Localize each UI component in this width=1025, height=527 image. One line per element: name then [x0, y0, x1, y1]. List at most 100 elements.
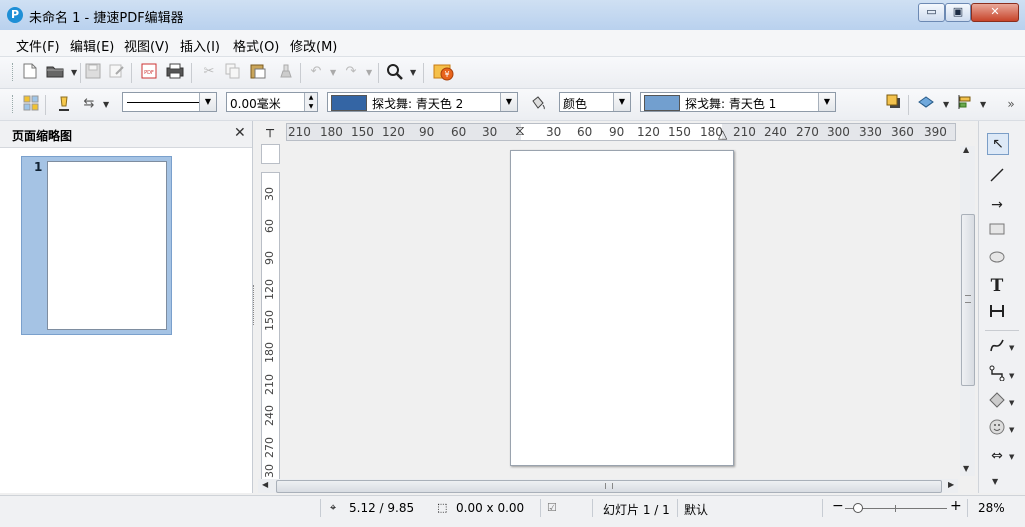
- open-dropdown-icon[interactable]: ▼: [71, 68, 77, 77]
- purchase-icon[interactable]: ¥: [433, 62, 455, 82]
- arrange-dropdown-icon[interactable]: ▼: [943, 100, 949, 109]
- draw-rectangle-icon[interactable]: [987, 221, 1007, 241]
- ruler-tick: 210: [288, 125, 311, 139]
- zoom-out-button[interactable]: −: [832, 498, 844, 514]
- toolbar-grip[interactable]: [12, 63, 16, 81]
- symbol-shapes-icon[interactable]: [987, 419, 1007, 439]
- menu-format[interactable]: 格式(O): [233, 36, 279, 55]
- area-style-dropdown-icon[interactable]: ▼: [613, 93, 630, 111]
- menu-edit[interactable]: 编辑(E): [70, 36, 114, 55]
- area-style-select[interactable]: 颜色 ▼: [559, 92, 631, 112]
- close-button[interactable]: ✕: [971, 3, 1019, 22]
- block-arrows-icon[interactable]: ⇔: [987, 446, 1007, 466]
- shadow-icon[interactable]: [885, 94, 903, 112]
- undo-icon[interactable]: ↶: [307, 63, 325, 81]
- draw-line-icon[interactable]: [987, 167, 1007, 187]
- draw-arrow-icon[interactable]: →: [987, 195, 1007, 215]
- maximize-button[interactable]: ▣: [945, 3, 971, 22]
- align-icon[interactable]: [956, 94, 974, 112]
- basic-shapes-dropdown-icon[interactable]: ▼: [1009, 399, 1014, 407]
- line-style-select[interactable]: ▼: [122, 92, 217, 112]
- menu-view[interactable]: 视图(V): [124, 36, 169, 55]
- position-and-size-icon[interactable]: [22, 95, 40, 113]
- menu-insert[interactable]: 插入(I): [180, 36, 220, 55]
- scroll-left-icon[interactable]: ◀: [262, 480, 268, 489]
- print-icon[interactable]: [166, 63, 184, 81]
- line-width-value[interactable]: 0.00毫米: [230, 95, 281, 112]
- redo-dropdown-icon[interactable]: ▼: [366, 68, 372, 77]
- scroll-down-icon[interactable]: ▼: [963, 464, 969, 473]
- horizontal-scrollbar[interactable]: ◀ ▶: [258, 479, 958, 493]
- panel-close-icon[interactable]: ✕: [234, 125, 246, 141]
- connector-dropdown-icon[interactable]: ▼: [1009, 372, 1014, 380]
- fill-color-select[interactable]: 探戈舞: 青天色 1 ▼: [640, 92, 836, 112]
- basic-shapes-icon[interactable]: [987, 392, 1007, 412]
- more-options-icon[interactable]: »: [1002, 95, 1020, 113]
- curve-dropdown-icon[interactable]: ▼: [1009, 344, 1014, 352]
- zoom-icon[interactable]: [386, 63, 404, 81]
- new-document-icon[interactable]: [21, 63, 39, 81]
- slide-counter: 幻灯片 1 / 1: [603, 503, 670, 517]
- horizontal-scroll-thumb[interactable]: [276, 480, 942, 493]
- vertical-scroll-thumb[interactable]: [961, 214, 975, 386]
- arrow-style-dropdown-icon[interactable]: ▼: [103, 100, 109, 109]
- arrange-icon[interactable]: [918, 94, 936, 112]
- cut-icon[interactable]: ✂: [200, 63, 218, 81]
- edit-file-icon[interactable]: [108, 63, 126, 81]
- text-tool-icon[interactable]: T: [987, 276, 1007, 296]
- zoom-level[interactable]: 28%: [978, 501, 1005, 515]
- line-width-spinner[interactable]: 0.00毫米 ▲ ▼: [226, 92, 318, 112]
- zoom-in-button[interactable]: +: [950, 498, 962, 514]
- spinner-arrows-icon[interactable]: ▲ ▼: [304, 93, 317, 111]
- slide-page[interactable]: [510, 150, 734, 466]
- redo-icon[interactable]: ↷: [342, 63, 360, 81]
- draw-ellipse-icon[interactable]: [987, 249, 1007, 269]
- vertical-scrollbar[interactable]: ▲ ▼: [960, 145, 975, 476]
- vertical-ruler[interactable]: 30 60 90 120 150 180 210 240 270 30: [261, 172, 280, 480]
- line-style-preview: [127, 102, 199, 103]
- curve-tool-icon[interactable]: [987, 337, 1007, 357]
- fill-color-label: 探戈舞: 青天色 1: [685, 97, 777, 111]
- toolbar-overflow-icon[interactable]: ▼: [992, 477, 998, 486]
- save-icon[interactable]: [84, 63, 102, 81]
- scroll-up-icon[interactable]: ▲: [963, 145, 969, 154]
- page-thumbnail[interactable]: 1: [21, 156, 172, 335]
- indent-marker-icon[interactable]: ⧖: [515, 123, 525, 139]
- zoom-slider-handle[interactable]: [853, 503, 863, 513]
- clone-format-icon[interactable]: [277, 63, 295, 81]
- line-style-dropdown-icon[interactable]: ▼: [199, 93, 216, 111]
- fill-color-swatch: [644, 95, 680, 111]
- open-folder-icon[interactable]: [46, 63, 64, 81]
- connector-tool-icon[interactable]: [987, 365, 1007, 385]
- line-color-select[interactable]: 探戈舞: 青天色 2 ▼: [327, 92, 518, 112]
- block-arrows-dropdown-icon[interactable]: ▼: [1009, 453, 1014, 461]
- export-pdf-icon[interactable]: PDF: [140, 63, 158, 81]
- toolbar-separator: [423, 63, 424, 83]
- symbol-shapes-dropdown-icon[interactable]: ▼: [1009, 426, 1014, 434]
- thumbnail-page-preview[interactable]: [47, 161, 167, 330]
- line-color-dropdown-icon[interactable]: ▼: [500, 93, 517, 111]
- horizontal-ruler[interactable]: 210 180 150 120 90 60 30 ⧖ 30 60 90 120 …: [286, 123, 956, 141]
- arrow-style-icon[interactable]: ⇆: [80, 95, 98, 113]
- area-fill-icon[interactable]: [529, 95, 547, 113]
- copy-icon[interactable]: [224, 63, 242, 81]
- minimize-button[interactable]: ▭: [918, 3, 945, 22]
- zoom-dropdown-icon[interactable]: ▼: [410, 68, 416, 77]
- panel-splitter[interactable]: [253, 285, 257, 325]
- fill-color-dropdown-icon[interactable]: ▼: [818, 93, 835, 111]
- menu-modify[interactable]: 修改(M): [290, 36, 337, 55]
- right-indent-marker-icon[interactable]: △: [718, 127, 727, 141]
- toolbar-grip[interactable]: [12, 95, 16, 113]
- document-modified-icon[interactable]: ☑: [547, 501, 557, 514]
- align-dropdown-icon[interactable]: ▼: [980, 100, 986, 109]
- zoom-slider[interactable]: [845, 503, 947, 513]
- menu-file[interactable]: 文件(F): [16, 36, 60, 55]
- ruler-tick: 30: [263, 464, 276, 478]
- undo-dropdown-icon[interactable]: ▼: [330, 68, 336, 77]
- line-icon[interactable]: [55, 95, 73, 113]
- tab-stop-icon[interactable]: ┬: [261, 123, 279, 141]
- paste-icon[interactable]: [249, 63, 267, 81]
- select-pointer-icon[interactable]: ↖: [987, 133, 1009, 155]
- scroll-right-icon[interactable]: ▶: [948, 480, 954, 489]
- vertical-text-icon[interactable]: [987, 303, 1007, 323]
